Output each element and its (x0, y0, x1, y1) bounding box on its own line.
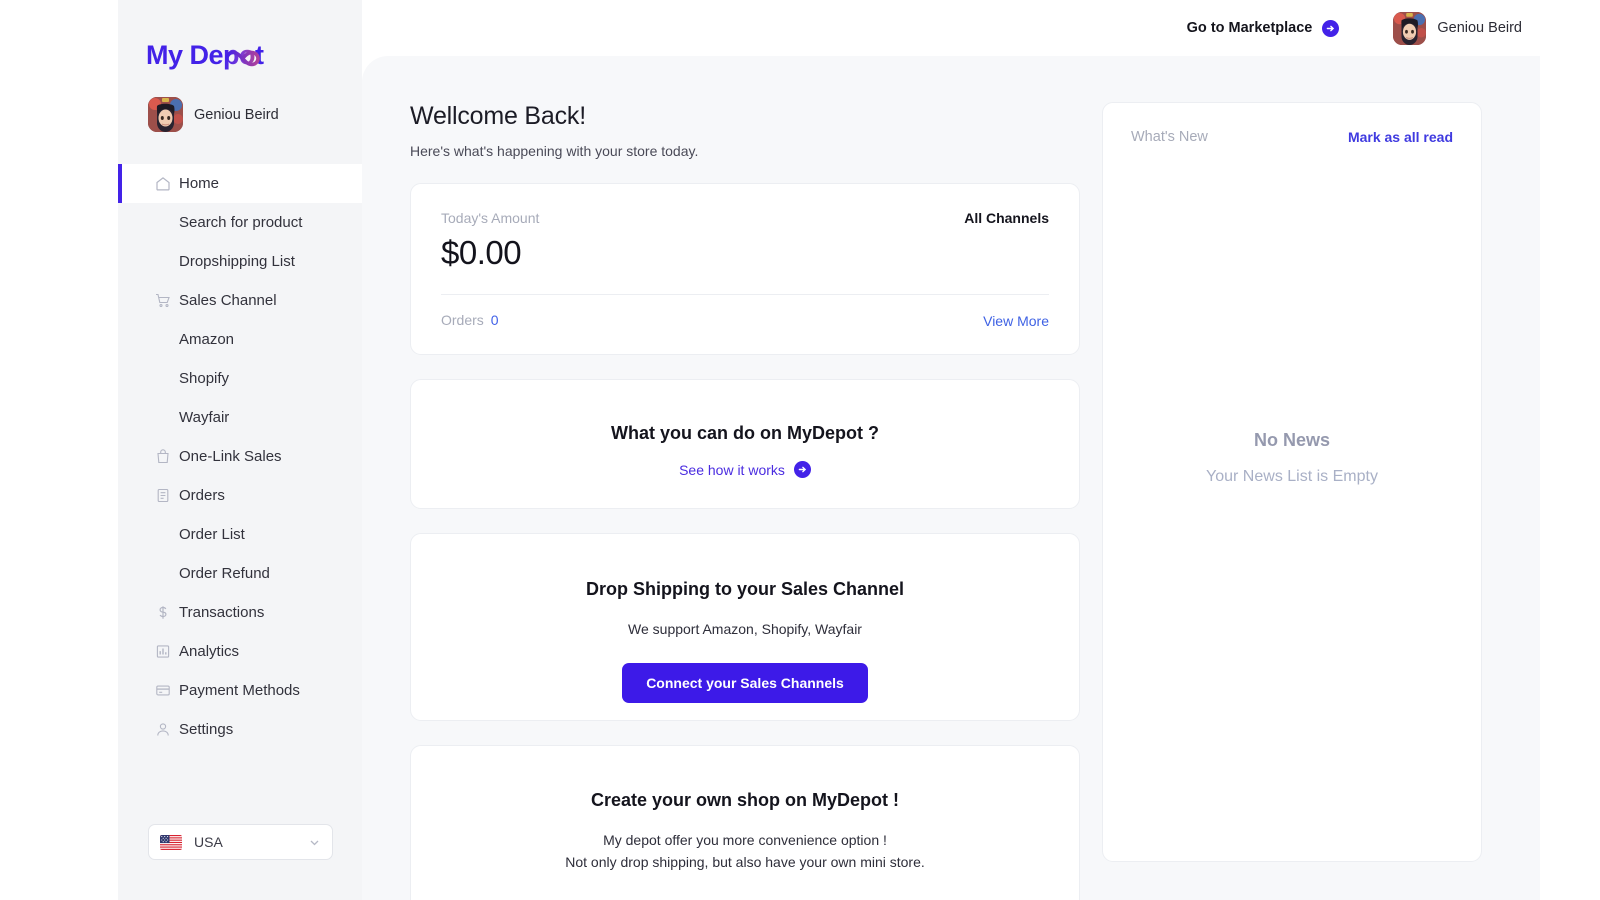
page-title: Wellcome Back! (410, 102, 586, 130)
dollar-icon (154, 604, 171, 621)
usa-flag-icon (160, 834, 182, 850)
sidebar-item-orders[interactable]: Orders (118, 476, 362, 515)
app-root: My Depo t Geniou Beird Home Search for p… (0, 0, 1600, 900)
create-own-shop-line-2: Not only drop shipping, but also have yo… (565, 853, 925, 870)
sidebar-item-label: Settings (179, 721, 234, 738)
sidebar-item-label: Home (179, 175, 220, 192)
todays-amount-card: Today's Amount All Channels $0.00 Orders… (410, 183, 1080, 355)
arrow-right-circle-icon (793, 461, 811, 478)
create-own-shop-title: Create your own shop on MyDepot ! (590, 790, 899, 810)
logo-text-1: My De (146, 40, 224, 70)
sidebar-item-transactions[interactable]: Transactions (118, 593, 362, 632)
sidebar-item-label: Analytics (179, 643, 240, 660)
sidebar-profile[interactable]: Geniou Beird (118, 69, 362, 132)
sidebar-item-label: Amazon (179, 331, 235, 348)
what-you-can-do-card: What you can do on MyDepot ? See how it … (410, 379, 1080, 509)
see-how-it-works-link[interactable]: See how it works (679, 461, 811, 478)
shopping-bag-icon (154, 448, 171, 465)
sidebar-item-label: Payment Methods (179, 682, 300, 699)
sidebar-item-wayfair[interactable]: Wayfair (118, 398, 362, 437)
sidebar-item-one-link-sales[interactable]: One-Link Sales (118, 437, 362, 476)
sidebar-nav: Home Search for product Dropshipping Lis… (118, 164, 362, 749)
sidebar-item-order-list[interactable]: Order List (118, 515, 362, 554)
orders-summary: Orders 0 (441, 312, 499, 330)
shopping-cart-icon (154, 292, 171, 309)
logo-infinity-icon: po (223, 42, 260, 69)
avatar (1393, 11, 1427, 45)
sidebar-item-shopify[interactable]: Shopify (118, 359, 362, 398)
create-own-shop-card: Create your own shop on MyDepot ! My dep… (410, 745, 1080, 900)
sidebar-item-label: Order List (179, 526, 245, 543)
news-empty-title: No News (1253, 430, 1331, 450)
todays-amount-label: Today's Amount (441, 210, 540, 226)
sidebar-item-order-refund[interactable]: Order Refund (118, 554, 362, 593)
bar-chart-icon (154, 643, 171, 660)
sidebar-item-sales-channel[interactable]: Sales Channel (118, 281, 362, 320)
topbar-user[interactable]: Geniou Beird (1393, 11, 1522, 45)
news-empty-state: No News Your News List is Empty (1131, 55, 1453, 861)
sidebar-item-label: One-Link Sales (179, 448, 282, 465)
drop-shipping-title: Drop Shipping to your Sales Channel (585, 579, 905, 599)
country-select-value: USA (194, 834, 223, 850)
page-subtitle: Here's what's happening with your store … (410, 143, 699, 159)
sidebar-item-search-for-product[interactable]: Search for product (118, 203, 362, 242)
chevron-down-icon (308, 836, 321, 849)
sidebar-item-label: Transactions (179, 604, 265, 621)
sidebar-item-analytics[interactable]: Analytics (118, 632, 362, 671)
amount-footer-row: Orders 0 View More (441, 295, 1049, 330)
sidebar-item-label: Dropshipping List (179, 253, 295, 270)
go-to-marketplace-link[interactable]: Go to Marketplace (1186, 19, 1340, 37)
create-own-shop-lines: My depot offer you more convenience opti… (411, 830, 1079, 873)
drop-shipping-subtitle: We support Amazon, Shopify, Wayfair (628, 621, 862, 637)
person-icon (154, 721, 171, 738)
drop-shipping-card: Drop Shipping to your Sales Channel We s… (410, 533, 1080, 721)
all-channels-label[interactable]: All Channels (964, 210, 1049, 226)
country-select-wrapper: USA (118, 824, 362, 900)
sidebar-item-dropshipping-list[interactable]: Dropshipping List (118, 242, 362, 281)
app-logo[interactable]: My Depo t (118, 0, 362, 69)
receipt-icon (154, 487, 171, 504)
arrow-right-circle-icon (1322, 19, 1340, 37)
sidebar-item-label: Wayfair (179, 409, 230, 426)
go-to-marketplace-label: Go to Marketplace (1186, 20, 1313, 36)
content-area: Wellcome Back! Here's what's happening w… (362, 56, 1540, 900)
topbar: Go to Marketplace Geniou Beird (362, 0, 1600, 56)
sidebar-item-label: Shopify (179, 370, 230, 387)
connect-sales-channels-button[interactable]: Connect your Sales Channels (622, 662, 868, 703)
todays-amount-value: $0.00 (441, 234, 522, 271)
sidebar-item-label: Orders (179, 487, 225, 504)
news-column: What's New Mark as all read No News Your… (1102, 102, 1482, 900)
right-panel: Go to Marketplace Geniou Beird Wellcome … (362, 0, 1600, 900)
sidebar: My Depo t Geniou Beird Home Search for p… (118, 0, 362, 900)
orders-count: 0 (490, 312, 499, 328)
sidebar-item-label: Sales Channel (179, 292, 277, 309)
topbar-user-name: Geniou Beird (1437, 20, 1522, 36)
amount-header-row: Today's Amount All Channels (441, 210, 1049, 226)
avatar (148, 97, 183, 132)
sidebar-item-settings[interactable]: Settings (118, 710, 362, 749)
sidebar-item-label: Search for product (179, 214, 303, 231)
sidebar-item-label: Order Refund (179, 565, 270, 582)
news-empty-subtitle: Your News List is Empty (1206, 468, 1378, 485)
create-own-shop-line-1: My depot offer you more convenience opti… (603, 832, 887, 848)
view-more-link[interactable]: View More (983, 313, 1049, 329)
what-you-can-do-title: What you can do on MyDepot ? (611, 423, 879, 443)
orders-label: Orders (441, 312, 484, 328)
whats-new-card: What's New Mark as all read No News Your… (1102, 102, 1482, 862)
left-gutter (0, 0, 118, 900)
see-how-it-works-label: See how it works (679, 461, 785, 478)
sidebar-item-payment-methods[interactable]: Payment Methods (118, 671, 362, 710)
credit-card-icon (154, 682, 171, 699)
home-icon (154, 175, 171, 192)
main-column: Wellcome Back! Here's what's happening w… (410, 102, 1080, 900)
sidebar-item-amazon[interactable]: Amazon (118, 320, 362, 359)
sidebar-profile-name: Geniou Beird (194, 106, 279, 123)
country-select[interactable]: USA (148, 824, 333, 860)
sidebar-item-home[interactable]: Home (118, 164, 362, 203)
